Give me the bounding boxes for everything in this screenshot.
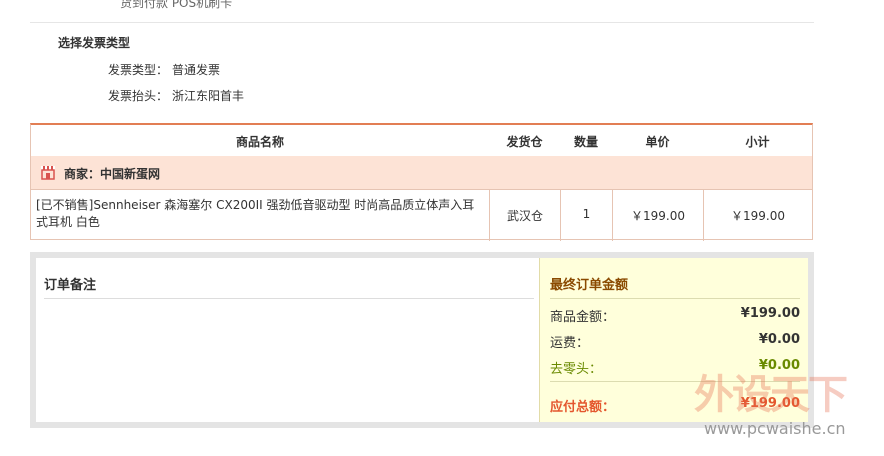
invoice-type-row: 发票类型： 普通发票 <box>108 61 220 78</box>
shipping-row: 运费： ¥0.00 <box>550 332 800 351</box>
goods-amount-value: ¥199.00 <box>740 306 800 321</box>
invoice-section-title: 选择发票类型 <box>58 36 131 50</box>
order-items-table: 商品名称 发货仓 数量 单价 小计 商家：中国新蛋网 [已不销售]Sennhei… <box>30 123 813 241</box>
merchant-label: 商家：中国新蛋网 <box>64 167 161 181</box>
shipping-value: ¥0.00 <box>758 332 800 347</box>
watermark-url: www.pcwaishe.cn <box>704 419 846 438</box>
divider <box>44 298 534 299</box>
invoice-type-label: 发票类型： <box>108 63 169 77</box>
cell-quantity: 1 <box>560 189 612 241</box>
col-header-unit-price: 单价 <box>645 135 670 149</box>
invoice-header-row: 发票抬头： 浙江东阳首丰 <box>108 87 244 104</box>
col-header-subtotal: 小计 <box>745 135 770 149</box>
shop-icon <box>41 166 55 180</box>
payment-method-text: 货到付款 POS机刷卡 <box>120 0 233 10</box>
final-total-title: 最终订单金额 <box>550 278 629 293</box>
table-header: 商品名称 发货仓 数量 单价 小计 <box>31 125 812 157</box>
order-note-title: 订单备注 <box>44 278 97 293</box>
order-note-panel[interactable]: 订单备注 <box>36 258 539 422</box>
invoice-type-value: 普通发票 <box>172 63 221 77</box>
divider <box>550 298 800 299</box>
merchant-name: 中国新蛋网 <box>100 167 161 181</box>
cell-subtotal: ￥199.00 <box>703 189 812 241</box>
table-row: [已不销售]Sennheiser 森海塞尔 CX200II 强劲低音驱动型 时尚… <box>31 189 812 241</box>
divider <box>30 22 814 23</box>
invoice-header-label: 发票抬头： <box>108 89 169 103</box>
col-header-quantity: 数量 <box>573 135 598 149</box>
goods-amount-row: 商品金额： ¥199.00 <box>550 306 800 325</box>
cell-warehouse: 武汉仓 <box>489 189 560 241</box>
invoice-header-value: 浙江东阳首丰 <box>172 89 245 103</box>
col-header-name: 商品名称 <box>235 135 284 149</box>
watermark-logo: 外设天下 <box>694 372 848 418</box>
cell-unit-price: ￥199.00 <box>612 189 703 241</box>
merchant-row: 商家：中国新蛋网 <box>31 156 812 190</box>
col-header-warehouse: 发货仓 <box>506 135 543 149</box>
product-name: [已不销售]Sennheiser 森海塞尔 CX200II 强劲低音驱动型 时尚… <box>36 198 475 229</box>
